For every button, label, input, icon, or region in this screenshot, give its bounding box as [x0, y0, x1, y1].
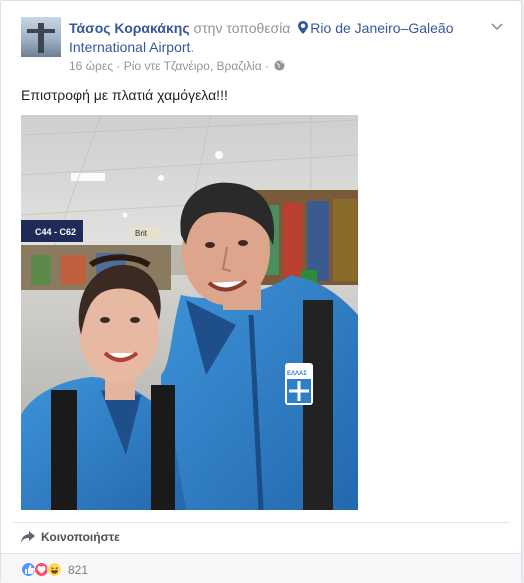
reactions-summary[interactable]: 821 — [21, 562, 88, 577]
action-bar: Κοινοποιήστε — [13, 522, 509, 552]
author-name[interactable]: Τάσος Κορακάκης — [69, 20, 190, 36]
share-button[interactable]: Κοινοποιήστε — [21, 530, 120, 544]
share-icon — [21, 531, 35, 543]
meta-separator-2: · — [264, 59, 269, 73]
selfie-image: C44 - C62 Brit ΕΛΛΑΣ — [21, 115, 358, 510]
reactions-bar: 821 — [1, 553, 521, 583]
post-title-line: Τάσος Κορακάκης στην τοποθεσία Rio de Ja… — [69, 19, 489, 57]
globe-icon[interactable] — [274, 60, 285, 71]
place-suffix: . — [190, 39, 195, 55]
shop-sign: Brit — [135, 229, 148, 238]
location-prefix: στην τοποθεσία — [193, 20, 291, 36]
post-photo[interactable]: C44 - C62 Brit ΕΛΛΑΣ — [21, 115, 358, 510]
meta-separator: · — [116, 59, 121, 73]
pin-icon — [298, 21, 309, 34]
post-location[interactable]: Ρίο ντε Τζανέιρο, Βραζιλία — [124, 59, 262, 73]
badge-text: ΕΛΛΑΣ — [287, 371, 307, 377]
share-label: Κοινοποιήστε — [41, 530, 120, 544]
post-time[interactable]: 16 ώρες — [69, 59, 113, 73]
chevron-down-icon[interactable] — [491, 23, 503, 31]
post-header: Τάσος Κορακάκης στην τοποθεσία Rio de Ja… — [21, 17, 511, 77]
haha-reaction-icon — [47, 562, 62, 577]
gate-sign: C44 - C62 — [35, 227, 76, 237]
post-text: Επιστροφή με πλατιά χαμόγελα!!! — [21, 87, 228, 103]
reaction-count: 821 — [68, 562, 89, 577]
post-meta: 16 ώρες · Ρίο ντε Τζανέιρο, Βραζιλία · — [69, 59, 285, 73]
post-card: Τάσος Κορακάκης στην τοποθεσία Rio de Ja… — [0, 0, 522, 583]
avatar[interactable] — [21, 17, 61, 57]
